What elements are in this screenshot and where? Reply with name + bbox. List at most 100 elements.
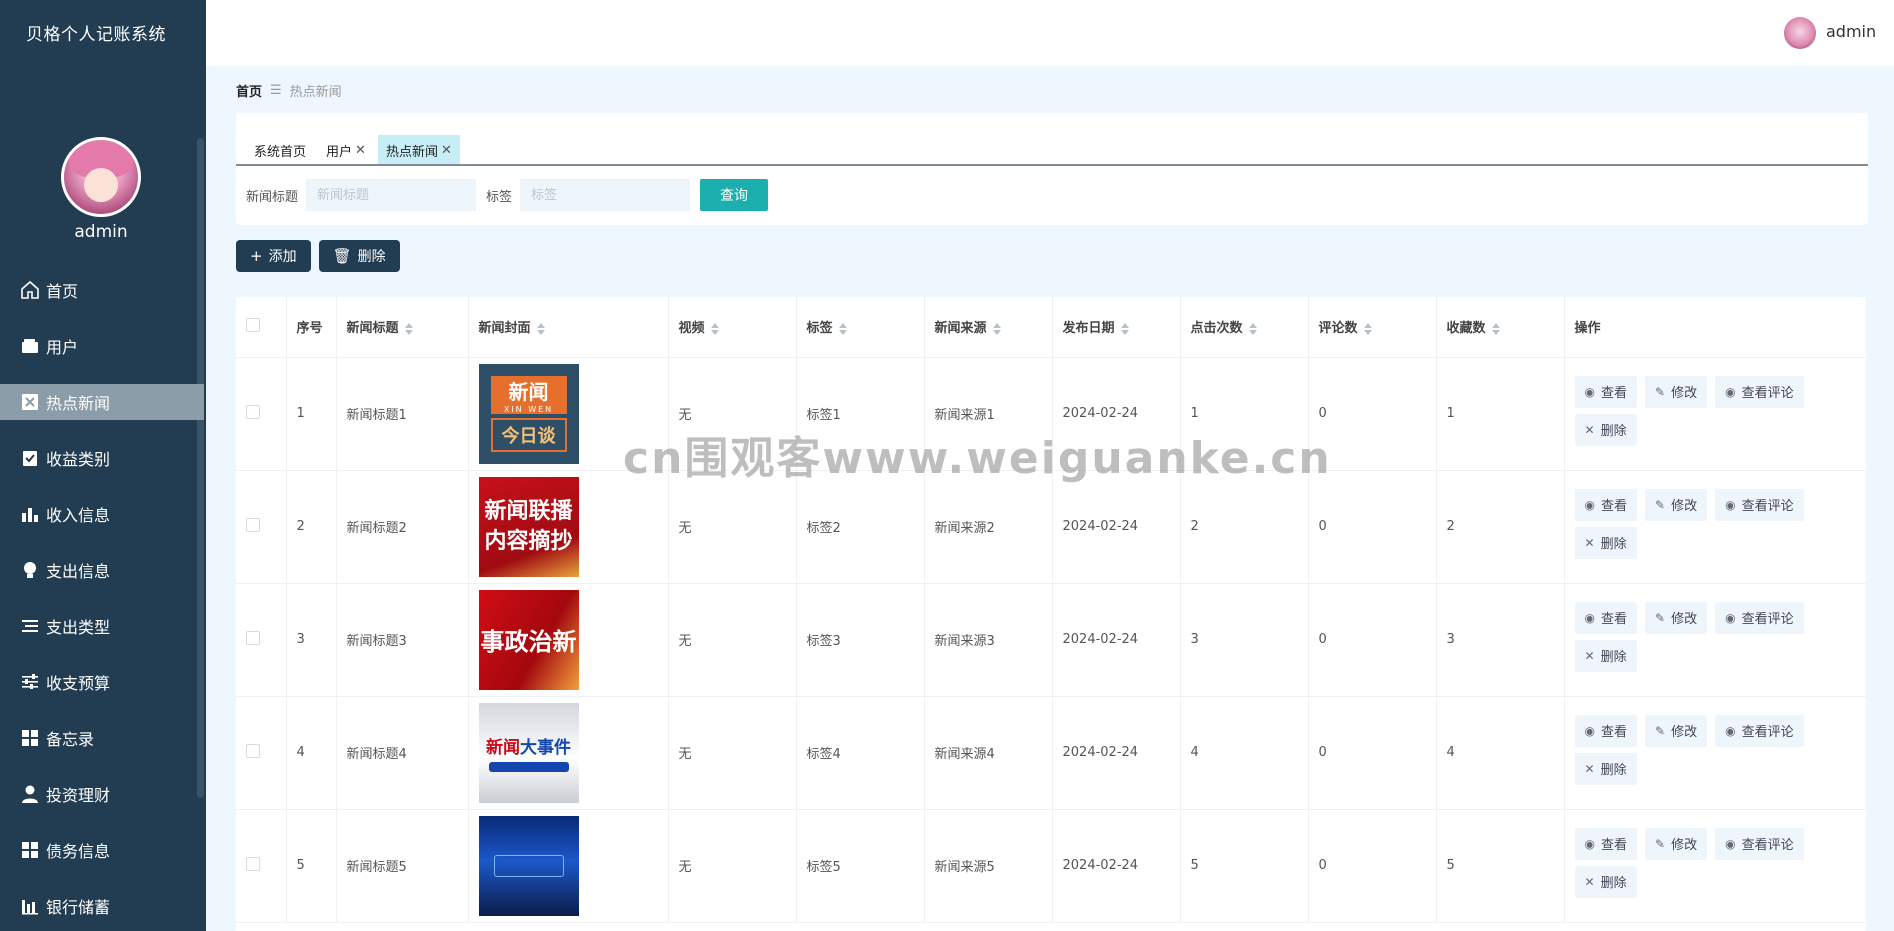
sidebar-item-income-info[interactable]: 收入信息: [0, 486, 204, 542]
sidebar-item-label: 热点新闻: [46, 394, 111, 413]
sort-icon[interactable]: [1363, 322, 1372, 335]
edit-button[interactable]: ✎ 修改: [1645, 375, 1708, 408]
news-cover-image[interactable]: 新闻 XIN WEN 今日谈: [478, 363, 579, 464]
view-comments-button[interactable]: ◉ 查看评论: [1715, 827, 1804, 860]
close-icon[interactable]: ✕: [441, 143, 452, 158]
title-search-input[interactable]: [306, 179, 477, 211]
view-comments-button[interactable]: ◉ 查看评论: [1715, 375, 1804, 408]
view-comments-button[interactable]: ◉ 查看评论: [1715, 714, 1804, 747]
sidebar-item-label: 银行储蓄: [46, 898, 111, 917]
row-delete-button[interactable]: ✕ 删除: [1574, 752, 1637, 785]
sidebar-item-label: 投资理财: [46, 786, 111, 805]
sidebar-item-expense-info[interactable]: 支出信息: [0, 542, 204, 598]
cell-favorites: 4: [1436, 696, 1565, 810]
column-header-date[interactable]: 发布日期: [1052, 297, 1181, 358]
close-icon[interactable]: ✕: [355, 143, 366, 158]
row-delete-button[interactable]: ✕ 删除: [1574, 865, 1637, 898]
row-checkbox[interactable]: [246, 404, 260, 419]
column-header-tag[interactable]: 标签: [796, 297, 925, 358]
sort-icon[interactable]: [838, 322, 847, 335]
sidebar: 贝格个人记账系统 admin 首页 用户 热点新闻 收益类别 收入信息 支出信息: [0, 0, 206, 931]
sort-icon[interactable]: [1120, 322, 1129, 335]
sidebar-item-users[interactable]: 用户: [0, 318, 204, 374]
news-cover-image[interactable]: [478, 815, 579, 916]
cell-index: 3: [286, 583, 337, 697]
breadcrumb-home[interactable]: 首页: [236, 81, 262, 100]
query-button[interactable]: 查询: [700, 179, 769, 211]
view-button[interactable]: ◉ 查看: [1574, 488, 1637, 521]
sidebar-item-memo[interactable]: 备忘录: [0, 710, 204, 766]
column-header-favorites[interactable]: 收藏数: [1436, 297, 1565, 358]
row-checkbox[interactable]: [246, 630, 260, 645]
cell-tag: 标签2: [796, 470, 925, 584]
cell-comments: 0: [1308, 696, 1437, 810]
tab-system-home[interactable]: 系统首页: [246, 135, 315, 165]
news-cover-image[interactable]: 新闻联播 内容摘抄: [478, 476, 579, 577]
close-icon: ✕: [1584, 648, 1595, 663]
column-header-video[interactable]: 视频: [668, 297, 797, 358]
bulb-icon: [20, 560, 40, 580]
view-button[interactable]: ◉ 查看: [1574, 714, 1637, 747]
row-delete-button[interactable]: ✕ 删除: [1574, 639, 1637, 672]
tab-users[interactable]: 用户 ✕: [318, 135, 374, 165]
edit-button[interactable]: ✎ 修改: [1645, 827, 1708, 860]
edit-button[interactable]: ✎ 修改: [1645, 714, 1708, 747]
add-button[interactable]: + 添加: [236, 240, 311, 272]
row-checkbox[interactable]: [246, 856, 260, 871]
sidebar-item-label: 支出类型: [46, 618, 111, 637]
sort-icon[interactable]: [404, 322, 413, 335]
avatar[interactable]: [1784, 17, 1816, 49]
tab-hot-news[interactable]: 热点新闻 ✕: [377, 135, 460, 165]
column-header-comments[interactable]: 评论数: [1308, 297, 1437, 358]
sidebar-item-expense-type[interactable]: 支出类型: [0, 598, 204, 654]
row-delete-button[interactable]: ✕ 删除: [1574, 413, 1637, 446]
select-all-checkbox[interactable]: [246, 317, 260, 332]
sort-icon[interactable]: [1248, 322, 1257, 335]
sort-icon[interactable]: [1491, 322, 1500, 335]
sidebar-item-label: 收益类别: [46, 450, 111, 469]
cell-favorites: 2: [1436, 470, 1565, 584]
sort-icon[interactable]: [710, 322, 719, 335]
sort-icon[interactable]: [536, 322, 545, 335]
column-header-cover[interactable]: 新闻封面: [468, 297, 669, 358]
tab-label: 系统首页: [254, 144, 307, 160]
view-comments-button[interactable]: ◉ 查看评论: [1715, 601, 1804, 634]
news-table: 序号 新闻标题 新闻封面 视频 标签 新闻来源 发布日期 点击次数 评论数 收藏…: [236, 297, 1866, 931]
news-cover-image[interactable]: 新闻大事件: [478, 702, 579, 803]
column-header-clicks[interactable]: 点击次数: [1180, 297, 1309, 358]
edit-icon: ✎: [1655, 384, 1666, 399]
view-button[interactable]: ◉ 查看: [1574, 827, 1637, 860]
view-comments-button[interactable]: ◉ 查看评论: [1715, 488, 1804, 521]
cell-title: 新闻标题3: [336, 583, 469, 697]
row-checkbox[interactable]: [246, 517, 260, 532]
edit-icon: ✎: [1655, 723, 1666, 738]
cell-favorites: 3: [1436, 583, 1565, 697]
news-cover-image[interactable]: 事政治新: [478, 589, 579, 690]
column-header-source[interactable]: 新闻来源: [924, 297, 1053, 358]
delete-button[interactable]: 🗑 删除: [318, 240, 400, 272]
tag-search-input[interactable]: [520, 179, 691, 211]
sidebar-item-home[interactable]: 首页: [0, 262, 204, 318]
row-delete-button[interactable]: ✕ 删除: [1574, 526, 1637, 559]
sidebar-item-savings[interactable]: 银行储蓄: [0, 878, 204, 931]
cell-title: 新闻标题4: [336, 696, 469, 810]
cell-favorites: 5: [1436, 809, 1565, 923]
row-checkbox[interactable]: [246, 743, 260, 758]
edit-button[interactable]: ✎ 修改: [1645, 601, 1708, 634]
sidebar-item-budget[interactable]: 收支预算: [0, 654, 204, 710]
edit-icon: ✎: [1655, 836, 1666, 851]
clipboard-check-icon: [20, 448, 40, 468]
cell-title: 新闻标题2: [336, 470, 469, 584]
view-button[interactable]: ◉ 查看: [1574, 375, 1637, 408]
edit-button[interactable]: ✎ 修改: [1645, 488, 1708, 521]
view-button[interactable]: ◉ 查看: [1574, 601, 1637, 634]
sidebar-item-investment[interactable]: 投资理财: [0, 766, 204, 822]
sort-icon[interactable]: [992, 322, 1001, 335]
sidebar-item-hot-news[interactable]: 热点新闻: [0, 384, 204, 420]
column-header-title[interactable]: 新闻标题: [336, 297, 469, 358]
sidebar-item-debt[interactable]: 债务信息: [0, 822, 204, 878]
cell-source: 新闻来源4: [924, 696, 1053, 810]
header-username[interactable]: admin: [1826, 22, 1876, 41]
sidebar-item-income-category[interactable]: 收益类别: [0, 430, 204, 486]
sidebar-item-label: 收入信息: [46, 506, 111, 525]
